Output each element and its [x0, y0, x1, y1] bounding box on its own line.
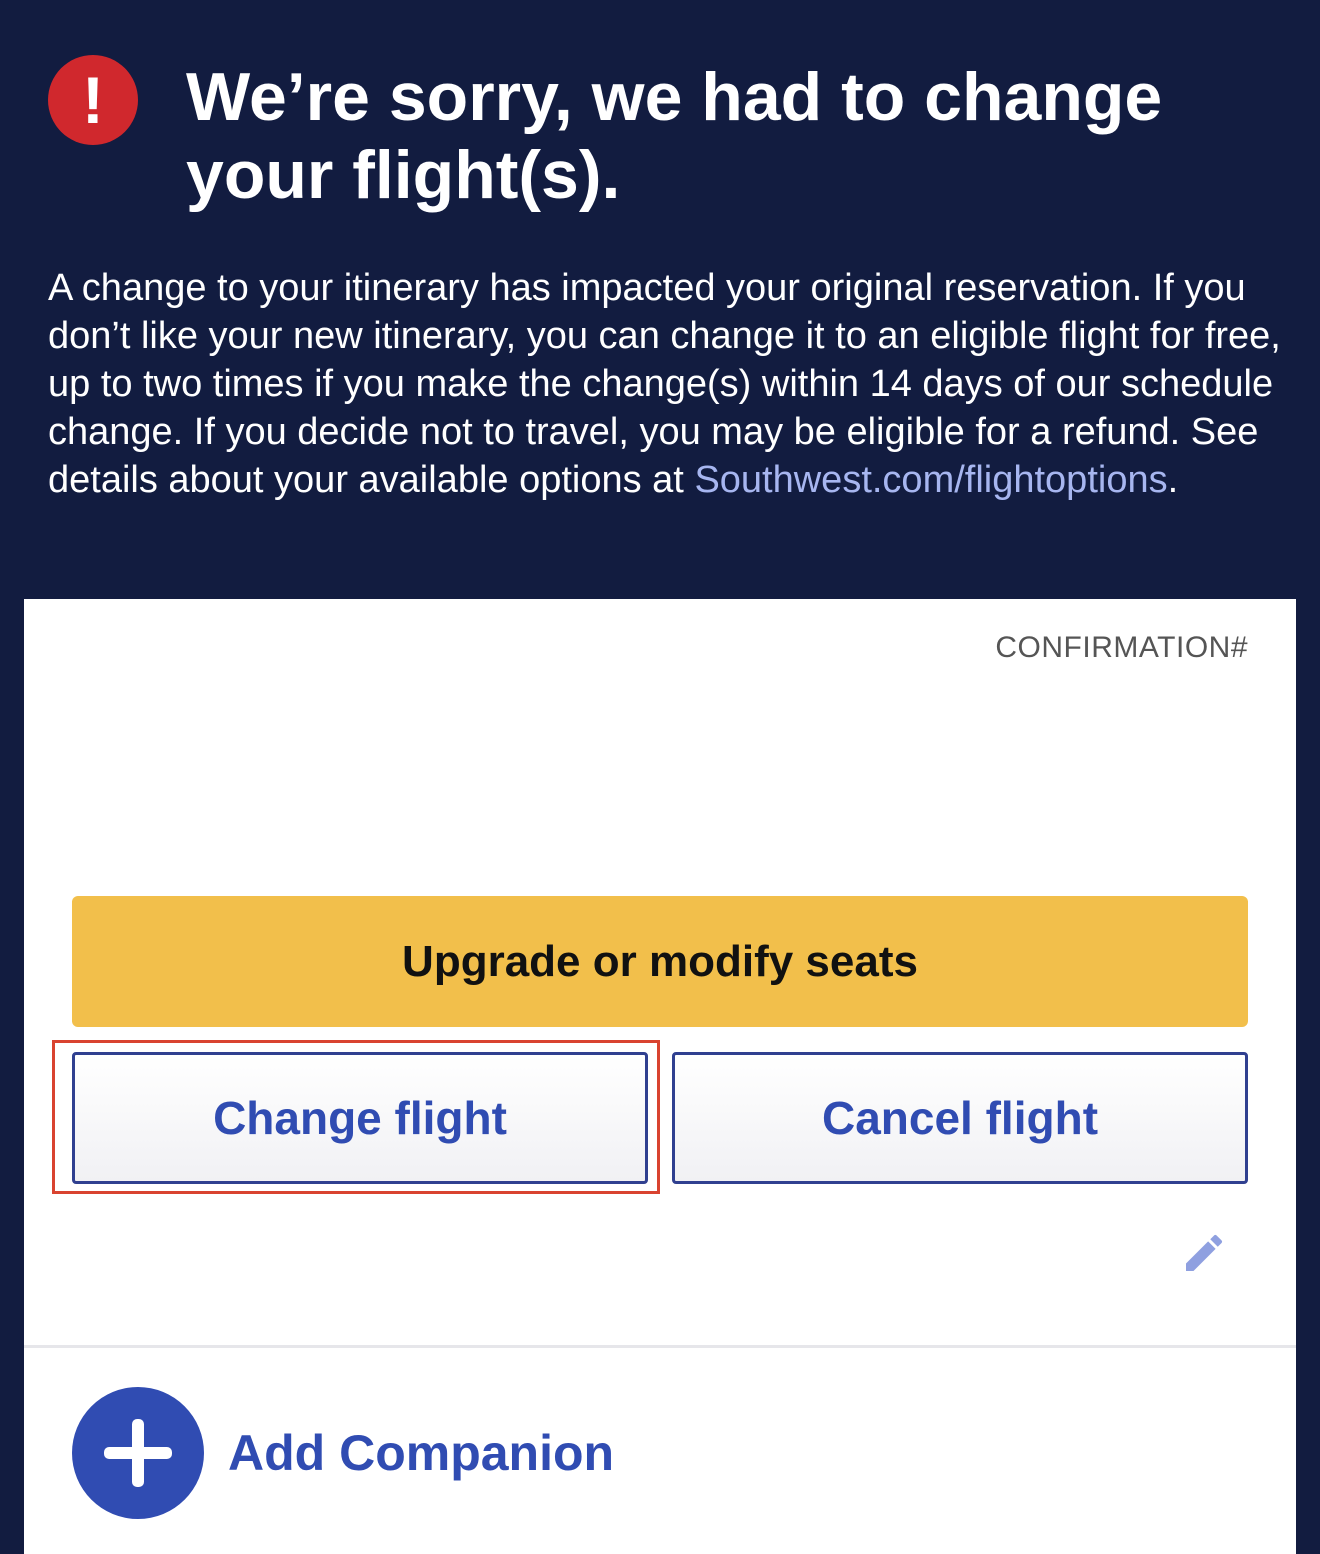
alert-banner: ! We’re sorry, we had to change your fli…: [0, 0, 1320, 600]
exclamation-glyph: !: [82, 63, 104, 137]
reservation-card: CONFIRMATION# Upgrade or modify seats Ch…: [24, 599, 1296, 1554]
plus-icon: [72, 1387, 204, 1519]
section-divider: [24, 1345, 1296, 1348]
alert-message: A change to your itinerary has impacted …: [48, 264, 1288, 504]
pencil-icon[interactable]: [1180, 1229, 1228, 1277]
change-flight-button[interactable]: Change flight: [72, 1052, 648, 1184]
confirmation-label: CONFIRMATION#: [995, 631, 1248, 664]
alert-message-end: .: [1167, 459, 1179, 501]
cancel-flight-button[interactable]: Cancel flight: [672, 1052, 1248, 1184]
add-companion-label: Add Companion: [228, 1425, 615, 1481]
flight-options-link[interactable]: Southwest.com/flightoptions: [694, 459, 1167, 501]
upgrade-seats-button[interactable]: Upgrade or modify seats: [72, 896, 1248, 1027]
alert-title: We’re sorry, we had to change your fligh…: [186, 59, 1163, 213]
exclamation-icon: !: [48, 55, 138, 145]
add-companion-button[interactable]: Add Companion: [72, 1387, 614, 1519]
